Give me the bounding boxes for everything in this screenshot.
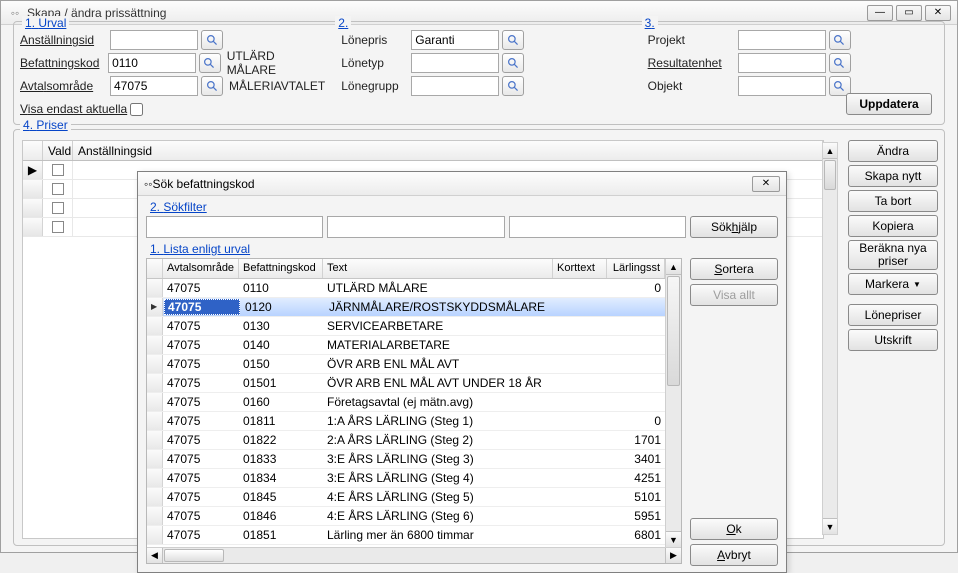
- lonepriser-button[interactable]: Lönepriser: [848, 304, 938, 326]
- scroll-down-icon[interactable]: ▼: [823, 518, 837, 534]
- objekt-input[interactable]: [738, 76, 826, 96]
- lonegrupp-input[interactable]: [411, 76, 499, 96]
- table-row[interactable]: 47075018222:A ÅRS LÄRLING (Steg 2)1701: [147, 431, 665, 450]
- maximize-button[interactable]: ▭: [896, 5, 922, 21]
- scroll-left-icon[interactable]: ◀: [147, 548, 163, 563]
- minimize-button[interactable]: —: [867, 5, 893, 21]
- befattningskod-lookup-button[interactable]: [199, 53, 221, 73]
- avtalsomrade-label: Avtalsområde: [20, 79, 110, 93]
- befattningskod-desc: UTLÄRD MÅLARE: [227, 49, 326, 77]
- filter-panel: 1. Urval Anställningsid Befattningskod U…: [13, 21, 945, 125]
- ok-button[interactable]: Ok: [690, 518, 778, 540]
- col-larlingsst[interactable]: Lärlingsst: [607, 259, 665, 278]
- dialog-close-button[interactable]: ✕: [752, 176, 780, 192]
- lonepris-input[interactable]: [411, 30, 499, 50]
- section-3-link[interactable]: 3.: [642, 16, 658, 30]
- avtalsomrade-input[interactable]: [110, 76, 198, 96]
- table-row[interactable]: 47075018464:E ÅRS LÄRLING (Steg 6)5951: [147, 507, 665, 526]
- table-row[interactable]: 470750150ÖVR ARB ENL MÅL AVT: [147, 355, 665, 374]
- filter-input-3[interactable]: [509, 216, 686, 238]
- result-grid: Avtalsområde Befattningskod Text Korttex…: [146, 258, 682, 564]
- lista-link[interactable]: 1. Lista enligt urval: [150, 242, 250, 256]
- dropdown-icon: ▼: [913, 280, 921, 289]
- resultatenhet-label: Resultatenhet: [648, 56, 738, 70]
- objekt-label: Objekt: [648, 79, 738, 93]
- avbryt-button[interactable]: Avbryt: [690, 544, 778, 566]
- resultatenhet-lookup-button[interactable]: [829, 53, 851, 73]
- section-4-link[interactable]: 4. Priser: [20, 118, 71, 132]
- close-button[interactable]: ✕: [925, 5, 951, 21]
- col-avtalsomrade[interactable]: Avtalsområde: [163, 259, 239, 278]
- lonepris-label: Lönepris: [341, 33, 411, 47]
- scroll-thumb[interactable]: [824, 160, 836, 190]
- visa-allt-button[interactable]: Visa allt: [690, 284, 778, 306]
- kopiera-button[interactable]: Kopiera: [848, 215, 938, 237]
- scroll-up-icon[interactable]: ▲: [666, 259, 681, 275]
- dialog-titlebar: ◦◦ Sök befattningskod ✕: [138, 172, 786, 196]
- app-icon: ◦◦: [7, 5, 23, 21]
- dialog-hscrollbar[interactable]: ◀ ▶: [147, 547, 681, 563]
- col-vald[interactable]: Vald: [43, 141, 73, 160]
- lonegrupp-lookup-button[interactable]: [502, 76, 524, 96]
- befattningskod-input[interactable]: [108, 53, 196, 73]
- lonetyp-input[interactable]: [411, 53, 499, 73]
- scroll-up-icon[interactable]: ▲: [823, 143, 837, 159]
- scroll-thumb-h[interactable]: [164, 549, 224, 562]
- table-row[interactable]: 470750140MATERIALARBETARE: [147, 336, 665, 355]
- visa-aktuella-label: Visa endast aktuella: [20, 102, 130, 116]
- main-window: ◦◦ Skapa / ändra prissättning — ▭ ✕ 1. U…: [0, 0, 958, 553]
- ta-bort-button[interactable]: Ta bort: [848, 190, 938, 212]
- table-row[interactable]: 47075018111:A ÅRS LÄRLING (Steg 1)0: [147, 412, 665, 431]
- lonegrupp-label: Lönegrupp: [341, 79, 411, 93]
- berakna-button[interactable]: Beräkna nya priser: [848, 240, 938, 270]
- table-row[interactable]: 470750130SERVICEARBETARE: [147, 317, 665, 336]
- sokhjalp-button[interactable]: Sökhjälp: [690, 216, 778, 238]
- table-row[interactable]: 470750110UTLÄRD MÅLARE0: [147, 279, 665, 298]
- anstallningsid-label: Anställningsid: [20, 33, 110, 47]
- avtalsomrade-desc: MÅLERIAVTALET: [229, 79, 325, 93]
- andra-button[interactable]: Ändra: [848, 140, 938, 162]
- table-row[interactable]: 4707501501ÖVR ARB ENL MÅL AVT UNDER 18 Å…: [147, 374, 665, 393]
- filter-input-2[interactable]: [327, 216, 504, 238]
- filter-input-1[interactable]: [146, 216, 323, 238]
- sok-befattningskod-dialog: ◦◦ Sök befattningskod ✕ 2. Sökfilter Sök…: [137, 171, 787, 573]
- avtalsomrade-lookup-button[interactable]: [201, 76, 223, 96]
- lonetyp-label: Lönetyp: [341, 56, 411, 70]
- bg-vscrollbar[interactable]: ▲ ▼: [822, 142, 838, 535]
- skapa-nytt-button[interactable]: Skapa nytt: [848, 165, 938, 187]
- projekt-label: Projekt: [648, 33, 738, 47]
- lonepris-lookup-button[interactable]: [502, 30, 524, 50]
- markera-button[interactable]: Markera ▼: [848, 273, 938, 295]
- uppdatera-button[interactable]: Uppdatera: [846, 93, 932, 115]
- section-1-link[interactable]: 1. Urval: [22, 16, 69, 30]
- section-2-link[interactable]: 2.: [335, 16, 351, 30]
- table-row[interactable]: 470750160Företagsavtal (ej mätn.avg): [147, 393, 665, 412]
- dialog-title: Sök befattningskod: [153, 177, 255, 191]
- sortera-button[interactable]: Sortera: [690, 258, 778, 280]
- dialog-icon: ◦◦: [144, 177, 153, 191]
- table-row[interactable]: 47075018333:E ÅRS LÄRLING (Steg 3)3401: [147, 450, 665, 469]
- col-korttext[interactable]: Korttext: [553, 259, 607, 278]
- table-row[interactable]: 4707501851Lärling mer än 6800 timmar6801: [147, 526, 665, 545]
- col-text[interactable]: Text: [323, 259, 553, 278]
- projekt-input[interactable]: [738, 30, 826, 50]
- table-row[interactable]: 47075018343:E ÅRS LÄRLING (Steg 4)4251: [147, 469, 665, 488]
- dialog-vscrollbar[interactable]: ▲ ▼: [665, 259, 681, 547]
- col-anstallningsid[interactable]: Anställningsid: [73, 141, 823, 160]
- anstallningsid-input[interactable]: [110, 30, 198, 50]
- table-row[interactable]: 470750120JÄRNMÅLARE/ROSTSKYDDSMÅLARE: [147, 298, 665, 317]
- scroll-thumb[interactable]: [667, 276, 680, 386]
- col-befattningskod[interactable]: Befattningskod: [239, 259, 323, 278]
- sokfilter-link[interactable]: 2. Sökfilter: [150, 200, 207, 214]
- utskrift-button[interactable]: Utskrift: [848, 329, 938, 351]
- table-row[interactable]: 47075018454:E ÅRS LÄRLING (Steg 5)5101: [147, 488, 665, 507]
- scroll-right-icon[interactable]: ▶: [665, 548, 681, 563]
- resultatenhet-input[interactable]: [738, 53, 826, 73]
- befattningskod-label: Befattningskod: [20, 56, 108, 70]
- scroll-down-icon[interactable]: ▼: [666, 531, 681, 547]
- lonetyp-lookup-button[interactable]: [502, 53, 524, 73]
- visa-aktuella-checkbox[interactable]: [130, 103, 143, 116]
- projekt-lookup-button[interactable]: [829, 30, 851, 50]
- anstallningsid-lookup-button[interactable]: [201, 30, 223, 50]
